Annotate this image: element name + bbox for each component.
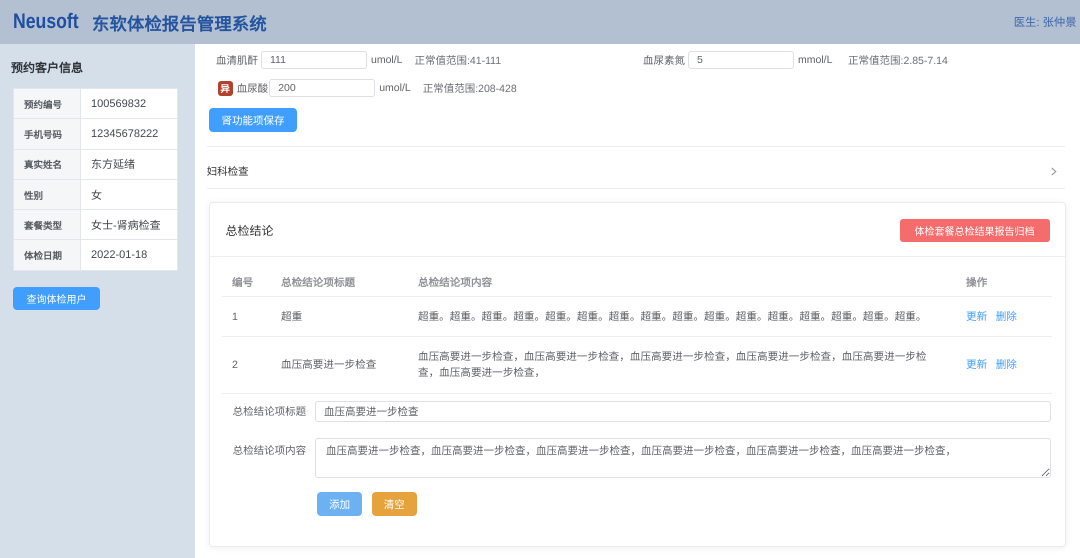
conclusion-table: 编号 总检结论项标题 总检结论项内容 操作 1 超重 超重。超重。超重。超重。超… bbox=[222, 270, 1052, 395]
app-header: Neusoft 东软体检报告管理系统 医生: 张仲景 bbox=[0, 0, 1080, 44]
table-row: 1 超重 超重。超重。超重。超重。超重。超重。超重。超重。超重。超重。超重。超重… bbox=[222, 297, 1052, 337]
column-header-operations: 操作 bbox=[956, 270, 1052, 297]
query-user-button[interactable]: 查询体检用户 bbox=[13, 287, 100, 311]
update-link[interactable]: 更新 bbox=[966, 359, 987, 371]
field-label: 血清肌酐 bbox=[216, 53, 258, 68]
gynecology-collapse-header[interactable]: 妇科检查 bbox=[207, 146, 1066, 189]
cell-operations: 更新删除 bbox=[956, 297, 1052, 337]
archive-report-button[interactable]: 体检套餐总检结果报告归档 bbox=[900, 219, 1050, 242]
conclusion-title-form-item: 总检结论项标题 bbox=[233, 401, 1051, 422]
conclusion-title-input[interactable] bbox=[315, 401, 1051, 422]
unit-label: umol/L bbox=[371, 54, 403, 66]
field-value: 东方延绪 bbox=[81, 149, 178, 179]
field-label: 真实姓名 bbox=[14, 149, 81, 179]
cell-operations: 更新删除 bbox=[956, 337, 1052, 394]
cell-id: 2 bbox=[222, 337, 271, 394]
field-value: 12345678222 bbox=[81, 119, 178, 149]
form-buttons: 添加 清空 bbox=[317, 492, 1052, 516]
field-value: 100569832 bbox=[81, 89, 178, 119]
column-header-title: 总检结论项标题 bbox=[271, 270, 408, 297]
doctor-label: 医生: 张仲景 bbox=[1014, 14, 1077, 30]
normal-range-label: 正常值范围:208-428 bbox=[423, 81, 517, 96]
form-label: 总检结论项内容 bbox=[233, 438, 309, 458]
conclusion-content-textarea[interactable]: 血压高要进一步检查，血压高要进一步检查，血压高要进一步检查，血压高要进一步检查，… bbox=[315, 438, 1051, 478]
field-label: 血尿素氮 bbox=[643, 53, 685, 68]
abnormal-badge: 异 bbox=[218, 81, 233, 96]
table-row: 2 血压高要进一步检查 血压高要进一步检查，血压高要进一步检查，血压高要进一步检… bbox=[222, 337, 1052, 394]
add-button[interactable]: 添加 bbox=[317, 492, 361, 516]
app-title: 东软体检报告管理系统 bbox=[92, 10, 267, 35]
table-row: 套餐类型 女士-肾病检查 bbox=[14, 210, 178, 240]
field-label: 预约编号 bbox=[14, 89, 81, 119]
customer-info-table: 预约编号 100569832 手机号码 12345678222 真实姓名 东方延… bbox=[13, 88, 178, 271]
exam-field-row-1: 血清肌酐 umol/L 正常值范围:41-111 bbox=[216, 46, 501, 74]
column-header-content: 总检结论项内容 bbox=[408, 270, 956, 297]
kidney-function-save-button[interactable]: 肾功能项保存 bbox=[209, 108, 297, 132]
chevron-right-icon bbox=[1049, 167, 1058, 176]
field-label: 性别 bbox=[14, 179, 81, 209]
field-label: 体检日期 bbox=[14, 240, 81, 270]
conclusion-card: 总检结论 体检套餐总检结果报告归档 编号 总检结论项标题 总检结论项内容 操作 … bbox=[209, 202, 1066, 548]
card-body: 编号 总检结论项标题 总检结论项内容 操作 1 超重 超重。超重。超重。超重。超… bbox=[210, 257, 1065, 517]
field-value: 女 bbox=[81, 179, 178, 209]
cell-content: 血压高要进一步检查，血压高要进一步检查，血压高要进一步检查，血压高要进一步检查，… bbox=[408, 337, 956, 394]
exam-field-row-2: 异 血尿酸 umol/L 正常值范围:208-428 bbox=[218, 74, 517, 102]
normal-range-label: 正常值范围:41-111 bbox=[415, 53, 502, 68]
table-row: 预约编号 100569832 bbox=[14, 89, 178, 119]
table-row: 真实姓名 东方延绪 bbox=[14, 149, 178, 179]
cell-content: 超重。超重。超重。超重。超重。超重。超重。超重。超重。超重。超重。超重。超重。超… bbox=[408, 297, 956, 337]
form-label: 总检结论项标题 bbox=[233, 404, 309, 419]
cell-title: 超重 bbox=[271, 297, 408, 337]
blood-urea-nitrogen-input[interactable] bbox=[688, 51, 794, 69]
blood-uric-acid-input[interactable] bbox=[269, 79, 375, 97]
card-title: 总检结论 bbox=[226, 222, 274, 239]
collapse-title: 妇科检查 bbox=[207, 164, 249, 179]
field-label: 血尿酸 bbox=[237, 81, 269, 96]
column-header-id: 编号 bbox=[222, 270, 271, 297]
field-label: 手机号码 bbox=[14, 119, 81, 149]
main-content: 血清肌酐 umol/L 正常值范围:41-111 血尿素氮 mmol/L 正常值… bbox=[195, 44, 1080, 558]
cell-title: 血压高要进一步检查 bbox=[271, 337, 408, 394]
serum-creatinine-input[interactable] bbox=[261, 51, 367, 69]
sidebar-heading: 预约客户信息 bbox=[11, 59, 195, 76]
field-label: 套餐类型 bbox=[14, 210, 81, 240]
update-link[interactable]: 更新 bbox=[966, 311, 987, 323]
delete-link[interactable]: 删除 bbox=[996, 359, 1017, 371]
field-value: 女士-肾病检查 bbox=[81, 210, 178, 240]
exam-field-col-2: 血尿素氮 mmol/L 正常值范围:2.85-7.14 bbox=[643, 46, 948, 74]
table-row: 性别 女 bbox=[14, 179, 178, 209]
field-value: 2022-01-18 bbox=[81, 240, 178, 270]
card-header: 总检结论 体检套餐总检结果报告归档 bbox=[210, 203, 1065, 257]
delete-link[interactable]: 删除 bbox=[996, 311, 1017, 323]
sidebar: 预约客户信息 预约编号 100569832 手机号码 12345678222 真… bbox=[0, 44, 195, 558]
unit-label: mmol/L bbox=[798, 54, 832, 66]
cell-id: 1 bbox=[222, 297, 271, 337]
clear-button[interactable]: 清空 bbox=[372, 492, 417, 516]
table-row: 体检日期 2022-01-18 bbox=[14, 240, 178, 270]
unit-label: umol/L bbox=[379, 82, 411, 94]
table-row: 手机号码 12345678222 bbox=[14, 119, 178, 149]
conclusion-content-form-item: 总检结论项内容 血压高要进一步检查，血压高要进一步检查，血压高要进一步检查，血压… bbox=[233, 438, 1051, 478]
table-header-row: 编号 总检结论项标题 总检结论项内容 操作 bbox=[222, 270, 1052, 297]
normal-range-label: 正常值范围:2.85-7.14 bbox=[848, 53, 948, 68]
brand-logo: Neusoft bbox=[13, 10, 80, 34]
